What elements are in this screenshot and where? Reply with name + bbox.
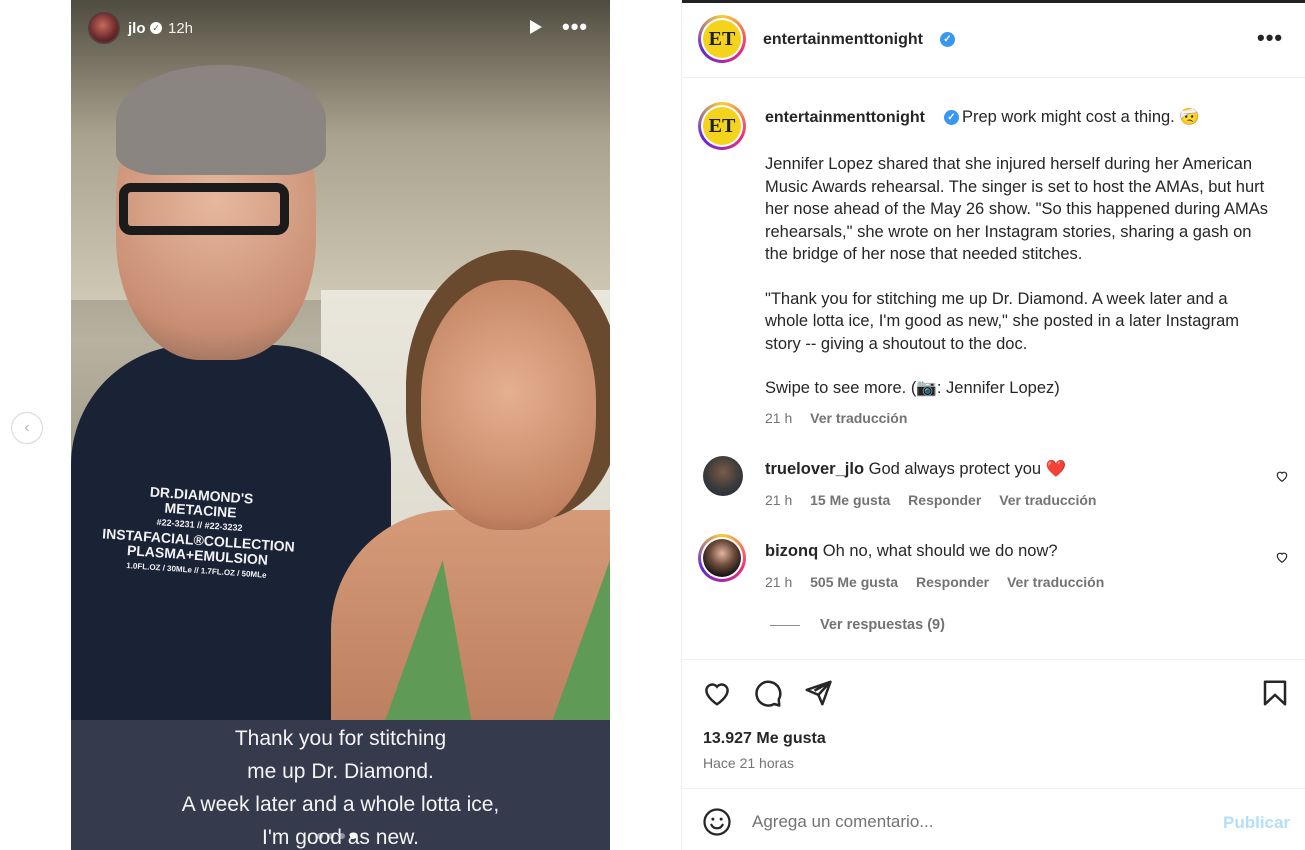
story-caption-line: Thank you for stitching bbox=[234, 727, 447, 750]
caption-time: 21 h bbox=[765, 410, 793, 426]
story-username[interactable]: jlo bbox=[128, 20, 146, 37]
et-logo: ET bbox=[703, 20, 741, 58]
caption-paragraph: "Thank you for stitching me up Dr. Diamo… bbox=[765, 289, 1240, 353]
author-avatar[interactable]: ET bbox=[698, 15, 746, 63]
more-options-icon[interactable]: ••• bbox=[1257, 25, 1283, 51]
comment-meta: 21 h 505 Me gusta Responder Ver traducci… bbox=[765, 574, 1118, 590]
author-username[interactable]: entertainmenttonight bbox=[763, 31, 923, 49]
story-time: 12h bbox=[168, 20, 194, 37]
carousel-indicator bbox=[317, 826, 361, 844]
post-side-panel: ET entertainmenttonight ✓ ••• ET enterta… bbox=[681, 0, 1305, 850]
reply-button[interactable]: Responder bbox=[908, 492, 981, 508]
replies-divider bbox=[770, 625, 800, 626]
comment-meta: 21 h 15 Me gusta Responder Ver traducció… bbox=[765, 492, 1110, 508]
post-media-image[interactable]: DR.DIAMOND'S METACINE #22-3231 // #22-32… bbox=[71, 0, 610, 850]
caption-author-avatar[interactable]: ET bbox=[698, 102, 746, 150]
view-replies-button[interactable]: Ver respuestas (9) bbox=[820, 617, 945, 633]
carousel-dot bbox=[339, 833, 345, 839]
carousel-dot bbox=[317, 833, 323, 839]
carousel-dot-active bbox=[350, 833, 356, 839]
publish-button[interactable]: Publicar bbox=[1223, 813, 1290, 833]
more-options-icon[interactable]: ••• bbox=[562, 14, 588, 40]
add-comment-bar: Publicar bbox=[682, 788, 1305, 850]
emoji-icon[interactable] bbox=[702, 807, 732, 837]
caption-paragraph: Jennifer Lopez shared that she injured h… bbox=[765, 155, 1269, 263]
shirt-print: DR.DIAMOND'S METACINE #22-3231 // #22-32… bbox=[86, 480, 312, 585]
play-icon[interactable] bbox=[530, 20, 542, 34]
story-caption-line: A week later and a whole lotta ice, bbox=[181, 793, 500, 816]
like-comment-heart-icon[interactable] bbox=[1275, 469, 1289, 483]
story-caption-line: me up Dr. Diamond. bbox=[247, 760, 434, 783]
commenter-avatar[interactable] bbox=[698, 534, 746, 582]
comment-username[interactable]: bizonq bbox=[765, 542, 818, 560]
like-comment-heart-icon[interactable] bbox=[1275, 550, 1289, 564]
likes-count[interactable]: 13.927 Me gusta bbox=[703, 730, 826, 748]
verified-icon: ✓ bbox=[150, 22, 162, 34]
caption-meta: 21 h Ver traducción bbox=[765, 410, 921, 426]
photo-man-hair bbox=[116, 65, 326, 175]
instagram-post-page: DR.DIAMOND'S METACINE #22-3231 // #22-32… bbox=[0, 0, 1305, 850]
caption-body: Jennifer Lopez shared that she injured h… bbox=[765, 153, 1275, 422]
comment-body: God always protect you ❤️ bbox=[868, 460, 1067, 478]
photo-woman-face bbox=[421, 280, 596, 530]
share-send-icon[interactable] bbox=[803, 678, 833, 708]
translate-link[interactable]: Ver traducción bbox=[999, 492, 1096, 508]
comment-text: bizonq Oh no, what should we do now? bbox=[765, 542, 1058, 561]
previous-media-button[interactable]: ‹ bbox=[11, 412, 43, 444]
comment-time: 21 h bbox=[765, 574, 793, 590]
caption-paragraph: Swipe to see more. (📷: Jennifer Lopez) bbox=[765, 379, 1060, 397]
translate-link[interactable]: Ver traducción bbox=[810, 410, 907, 426]
caption-lead: Prep work might cost a thing. 🤕 bbox=[962, 108, 1200, 126]
comment-likes[interactable]: 505 Me gusta bbox=[810, 574, 898, 590]
comment-likes[interactable]: 15 Me gusta bbox=[810, 492, 890, 508]
comment-input[interactable] bbox=[752, 809, 1202, 835]
post-header: ET entertainmenttonight ✓ ••• bbox=[682, 3, 1305, 78]
commenter-avatar[interactable] bbox=[703, 456, 743, 496]
story-avatar[interactable] bbox=[88, 12, 120, 44]
comment-bubble-icon[interactable] bbox=[753, 678, 783, 708]
et-logo: ET bbox=[703, 107, 741, 145]
comment-body: Oh no, what should we do now? bbox=[822, 542, 1058, 560]
reply-button[interactable]: Responder bbox=[916, 574, 989, 590]
verified-icon: ✓ bbox=[940, 32, 955, 47]
translate-link[interactable]: Ver traducción bbox=[1007, 574, 1104, 590]
photo-glasses bbox=[119, 183, 289, 235]
comment-time: 21 h bbox=[765, 492, 793, 508]
chevron-left-icon: ‹ bbox=[24, 419, 30, 436]
post-timestamp: Hace 21 horas bbox=[703, 755, 795, 771]
comment-text: truelover_jlo God always protect you ❤️ bbox=[765, 460, 1066, 479]
comment-username[interactable]: truelover_jlo bbox=[765, 460, 864, 478]
story-header: jlo ✓ 12h ••• bbox=[88, 12, 598, 44]
save-bookmark-icon[interactable] bbox=[1260, 678, 1290, 708]
verified-icon: ✓ bbox=[944, 110, 959, 125]
carousel-dot bbox=[328, 833, 334, 839]
like-heart-icon[interactable] bbox=[702, 678, 732, 708]
caption-author-username[interactable]: entertainmenttonight bbox=[765, 109, 925, 127]
